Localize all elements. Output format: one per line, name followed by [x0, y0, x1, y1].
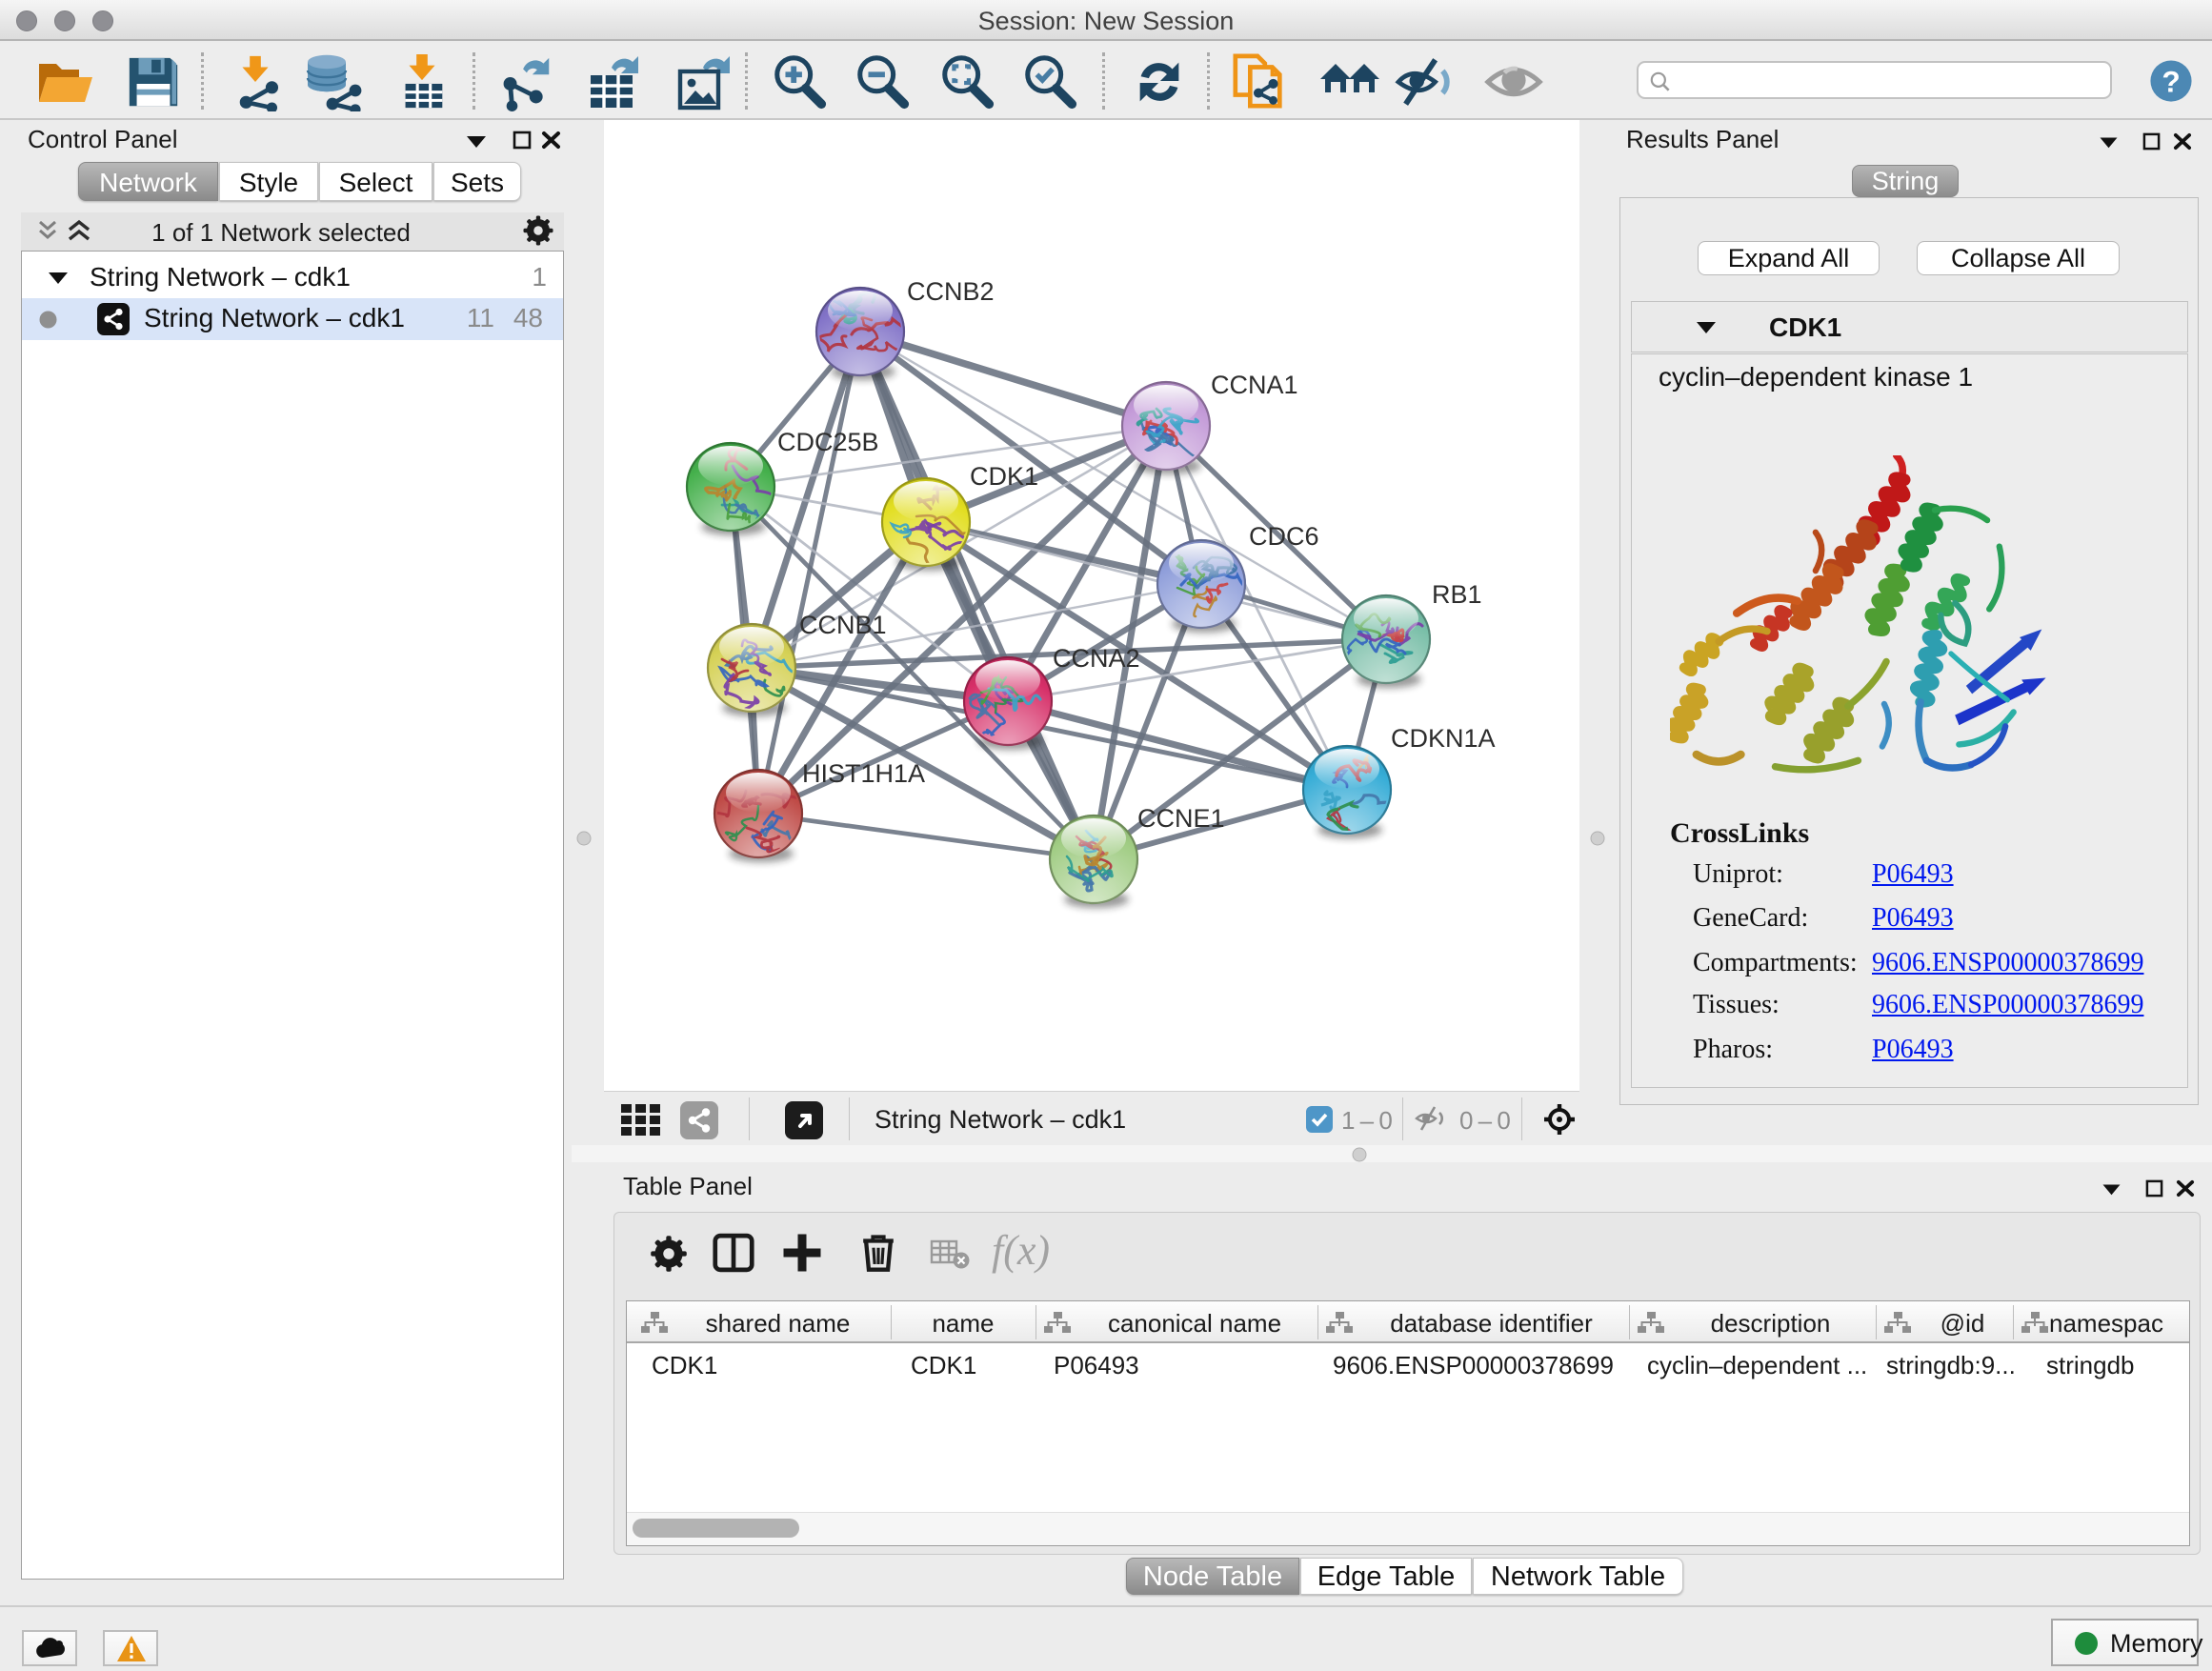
svg-text:CDC25B: CDC25B [777, 428, 879, 456]
svg-text:CCNB2: CCNB2 [907, 277, 995, 306]
svg-text:CCNB1: CCNB1 [799, 611, 887, 639]
svg-text:CDK1: CDK1 [970, 462, 1038, 491]
svg-text:CCNA1: CCNA1 [1211, 371, 1298, 399]
svg-text:CCNA2: CCNA2 [1053, 644, 1140, 673]
svg-text:CCNE1: CCNE1 [1137, 804, 1225, 833]
svg-text:HIST1H1A: HIST1H1A [802, 759, 925, 788]
svg-text:CDKN1A: CDKN1A [1391, 724, 1496, 753]
svg-text:RB1: RB1 [1432, 580, 1482, 609]
svg-text:CDC6: CDC6 [1249, 522, 1319, 551]
svg-text:?: ? [2162, 65, 2180, 99]
